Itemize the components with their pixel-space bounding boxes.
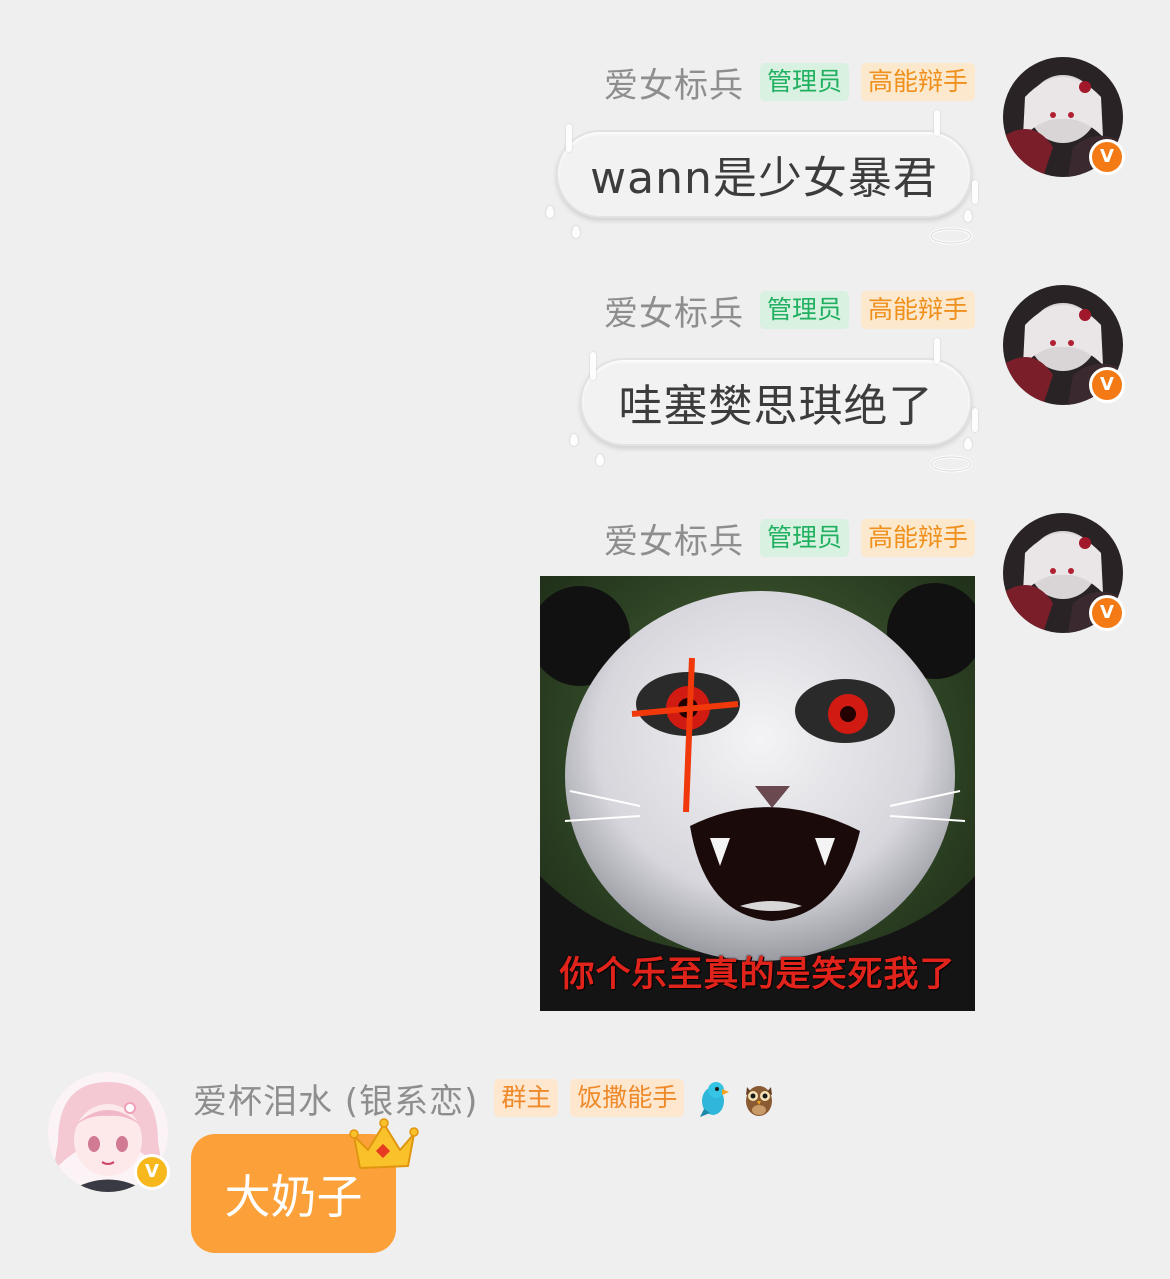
title-tag: 高能辩手: [861, 519, 976, 557]
message-text: wann是少女暴君: [590, 153, 938, 204]
meme-image[interactable]: 你个乐至真的是笑死我了: [540, 576, 975, 1011]
avatar[interactable]: V: [1003, 57, 1125, 177]
title-tag: 高能辩手: [861, 291, 976, 329]
sender-name[interactable]: 爱女标兵: [604, 514, 744, 563]
bubble-drop-decoration: [964, 438, 972, 450]
title-tag: 高能辩手: [861, 63, 976, 101]
bubble-drop-decoration: [570, 434, 578, 446]
avatar[interactable]: V: [1003, 513, 1125, 633]
parrot-icon: [700, 1082, 730, 1117]
message-header: 爱杯泪水 (银系恋) 群主 饭撒能手: [193, 1078, 776, 1122]
admin-tag: 管理员: [760, 519, 850, 557]
crown-icon: [349, 1118, 419, 1169]
admin-tag: 管理员: [760, 63, 850, 101]
ripple-decoration: [929, 455, 973, 473]
bubble-drip-decoration: [972, 408, 978, 432]
sender-name[interactable]: 爱女标兵: [604, 58, 744, 107]
message-text: 大奶子: [224, 1169, 363, 1224]
chat-area[interactable]: 爱女标兵 管理员 高能辩手 V wann是少女暴君 爱女标兵 管理员 高能辩手: [0, 0, 1170, 1279]
bubble-drop-decoration: [964, 210, 972, 222]
bubble-drip-decoration: [934, 110, 940, 136]
message-header: 爱女标兵 管理员 高能辩手: [604, 290, 976, 334]
bubble-drip-decoration: [934, 338, 940, 364]
message-bubble[interactable]: 哇塞樊思琪绝了: [580, 358, 972, 446]
title-tag: 饭撒能手: [570, 1079, 685, 1117]
ripple-decoration: [929, 227, 973, 245]
owner-tag: 群主: [494, 1079, 559, 1117]
message-header: 爱女标兵 管理员 高能辩手: [604, 62, 976, 106]
admin-tag: 管理员: [760, 291, 850, 329]
message-header: 爱女标兵 管理员 高能辩手: [604, 518, 976, 562]
bubble-drop-decoration: [546, 206, 554, 218]
verified-badge-icon: V: [1089, 139, 1125, 175]
message-bubble[interactable]: wann是少女暴君: [556, 130, 972, 218]
message-text: 哇塞樊思琪绝了: [618, 381, 934, 432]
verified-badge-icon: V: [134, 1154, 170, 1190]
owl-icon: [746, 1086, 773, 1116]
avatar[interactable]: V: [1003, 285, 1125, 405]
bubble-drop-decoration: [572, 226, 580, 238]
sender-name[interactable]: 爱女标兵: [604, 286, 744, 335]
verified-badge-icon: V: [1089, 595, 1125, 631]
sender-name[interactable]: 爱杯泪水 (银系恋): [193, 1074, 478, 1123]
meme-caption: 你个乐至真的是笑死我了: [559, 955, 956, 995]
bubble-drip-decoration: [566, 124, 572, 152]
bubble-drop-decoration: [596, 454, 604, 466]
avatar[interactable]: V: [48, 1072, 170, 1192]
verified-badge-icon: V: [1089, 367, 1125, 403]
bubble-drip-decoration: [590, 352, 596, 380]
bubble-drip-decoration: [972, 180, 978, 204]
